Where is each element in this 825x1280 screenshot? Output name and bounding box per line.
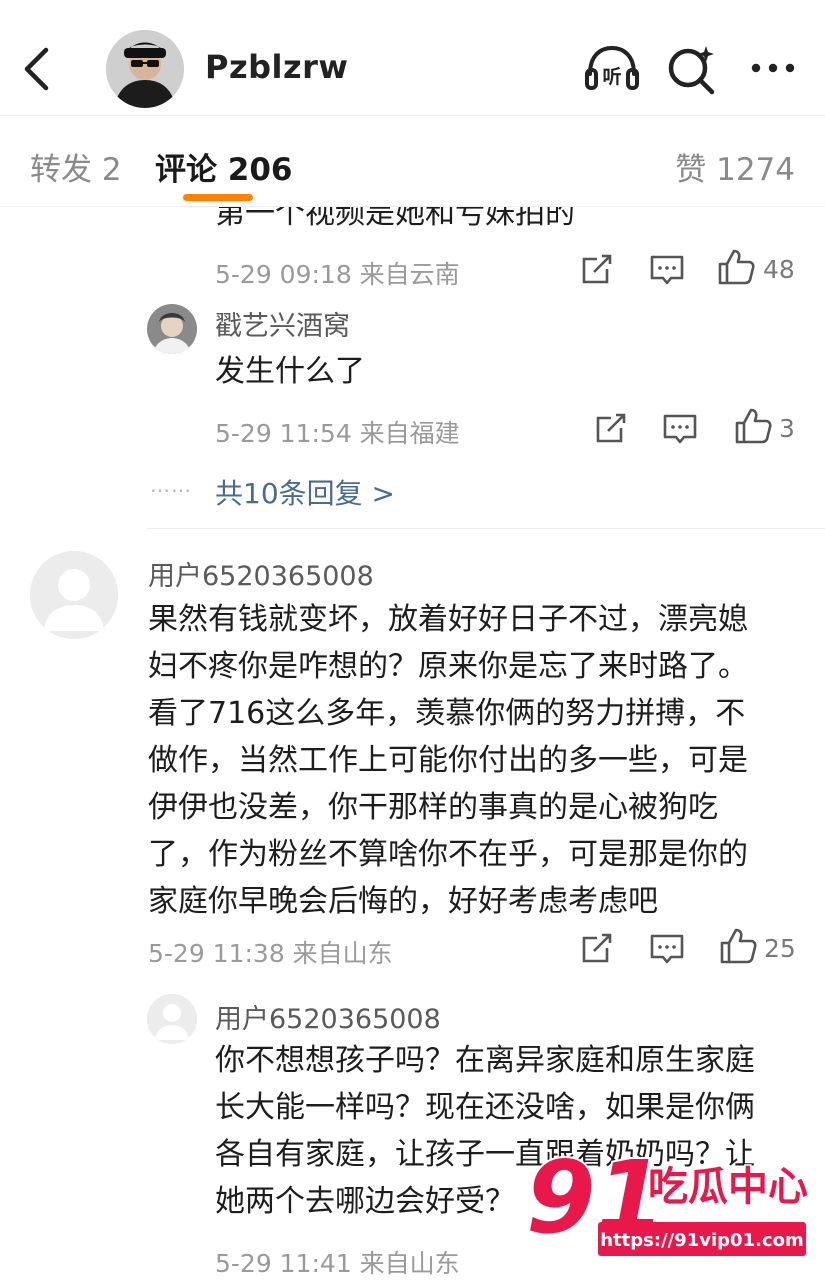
comment-line: 伊伊也没差，你干那样的事真的是心被狗吃 [148, 790, 718, 825]
comment-line: 家庭你早晚会后悔的，好好考虑考虑吧 [148, 884, 658, 919]
repost-icon[interactable] [577, 249, 617, 289]
listen-label: 听 [602, 65, 621, 88]
tab-bar: 转发 2 评论 206 赞 1274 [0, 115, 825, 207]
like-icon[interactable] [716, 247, 756, 287]
active-tab-indicator [183, 194, 253, 201]
reply-author[interactable]: 戳艺兴酒窝 [215, 304, 350, 343]
search-icon[interactable] [662, 40, 722, 96]
page-title[interactable]: Pzblzrw [205, 48, 348, 86]
comment-list[interactable]: 第一个视频是她和亏妹拍的 5-29 09:18 来自云南 48 戳艺兴酒窝 发生… [0, 207, 825, 1280]
reply-text-partial: 第一个视频是她和亏妹拍的 [215, 207, 575, 231]
comment-line: 妇不疼你是咋想的？原来你是忘了来时路了。 [148, 649, 748, 684]
more-replies-link[interactable]: 共10条回复 > [215, 472, 395, 512]
avatar[interactable] [106, 30, 184, 108]
more-dots: …… [150, 473, 192, 497]
repost-icon[interactable] [577, 928, 617, 968]
more-icon[interactable] [746, 40, 806, 96]
comment-icon[interactable] [660, 408, 700, 448]
comment-line: 果然有钱就变坏，放着好好日子不过，漂亮媳 [148, 602, 748, 637]
repost-icon[interactable] [591, 408, 631, 448]
like-icon[interactable] [718, 926, 758, 966]
reply-line: 她两个去哪边会好受？ [215, 1184, 515, 1219]
reply-line: 各自有家庭，让孩子一直跟着奶奶吗？让 [215, 1137, 755, 1172]
reply-text: 你不想想孩子吗？在离异家庭和原生家庭 长大能一样吗？现在还没啥，如果是你俩 各自… [215, 1037, 815, 1225]
comment-author[interactable]: 用户6520365008 [148, 554, 374, 593]
like-count: 48 [763, 255, 795, 284]
avatar[interactable] [147, 994, 197, 1044]
avatar[interactable] [30, 551, 118, 639]
comment-text: 果然有钱就变坏，放着好好日子不过，漂亮媳 妇不疼你是咋想的？原来你是忘了来时路了… [148, 596, 818, 925]
like-count: 25 [764, 934, 796, 963]
comment-icon[interactable] [647, 928, 687, 968]
avatar[interactable] [147, 304, 197, 354]
tab-comment[interactable]: 评论 206 [155, 144, 293, 189]
comment-line: 看了716这么多年，羡慕你俩的努力拼搏，不 [148, 696, 746, 731]
comment-meta: 5-29 11:38 来自山东 [148, 939, 393, 968]
reply-meta: 5-29 11:54 来自福建 [215, 419, 460, 448]
comment-line: 了，作为粉丝不算啥你不在乎，可是那是你的 [148, 837, 748, 872]
comment-line: 做作，当然工作上可能你付出的多一些，可是 [148, 743, 748, 778]
reply-meta: 5-29 09:18 来自云南 [215, 260, 460, 289]
comment-icon[interactable] [647, 249, 687, 289]
tab-like[interactable]: 赞 1274 [675, 144, 795, 189]
like-count: 3 [779, 414, 795, 443]
tab-repost[interactable]: 转发 2 [30, 144, 122, 189]
like-icon[interactable] [733, 406, 773, 446]
reply-author[interactable]: 用户6520365008 [215, 997, 441, 1036]
reply-text: 发生什么了 [215, 354, 365, 389]
reply-line: 你不想想孩子吗？在离异家庭和原生家庭 [215, 1043, 755, 1078]
reply-meta: 5-29 11:41 来自山东 [215, 1249, 460, 1278]
headphones-icon[interactable]: 听 [582, 40, 642, 96]
reply-line: 长大能一样吗？现在还没啥，如果是你俩 [215, 1090, 755, 1125]
back-arrow-icon[interactable] [18, 44, 58, 94]
divider [147, 528, 825, 529]
top-bar: Pzblzrw 听 [0, 0, 825, 115]
